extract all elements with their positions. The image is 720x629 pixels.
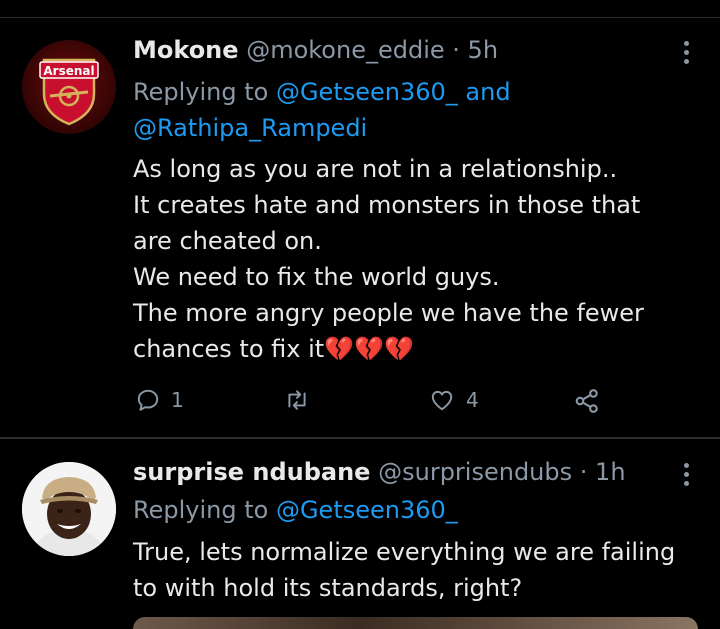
more-icon[interactable] [674,38,698,68]
tweet-text-line: to with hold its standards, right? [133,574,523,602]
timestamp[interactable]: 5h [468,36,498,64]
separator-dot: · [579,458,588,486]
tweet-mokone[interactable]: Arsenal Mokone @mokone_eddie · 5h Replyi… [0,18,720,438]
tweet-text-line: are cheated on. [133,227,322,255]
reply-button[interactable]: 1 [135,387,184,413]
and-text: and [465,78,511,106]
like-icon [431,390,453,411]
replying-prefix: Replying to [133,496,269,524]
like-button[interactable]: 4 [428,387,479,413]
replying-to: Replying to @Getseen360_ [133,492,458,528]
tweet-text-line: We need to fix the world guys. [133,263,500,291]
mention-link[interactable]: @Rathipa_Rampedi [133,114,367,142]
tweet-text-line: It creates hate and monsters in those th… [133,191,641,219]
reply-count: 1 [171,388,184,412]
arsenal-crest-icon: Arsenal [39,58,99,126]
mention-link[interactable]: @Getseen360_ [276,78,458,106]
mention-link[interactable]: @Getseen360_ [276,496,458,524]
tweet-surprise[interactable]: surprise ndubane @surprisendubs · 1h Rep… [0,440,720,629]
tweet-header: Mokone @mokone_eddie · 5h [133,36,498,64]
user-handle[interactable]: @mokone_eddie [246,36,444,64]
reply-icon [137,389,159,411]
share-icon [575,389,598,413]
replying-prefix: Replying to [133,78,269,106]
share-button[interactable] [573,387,601,415]
avatar-text: Arsenal [43,64,94,78]
display-name[interactable]: Mokone [133,36,239,64]
timestamp[interactable]: 1h [595,458,625,486]
like-count: 4 [466,388,479,412]
tweet-text: As long as you are not in a relationship… [133,151,644,367]
replying-to: Replying to @Getseen360_ and @Rathipa_Ra… [133,74,511,146]
media-preview[interactable] [133,617,698,629]
action-bar: 1 4 [133,387,613,421]
tweet-text-line: As long as you are not in a relationship… [133,155,618,183]
more-icon[interactable] [674,460,698,490]
tweet-divider [0,437,720,439]
tweet-header: surprise ndubane @surprisendubs · 1h [133,458,626,486]
avatar[interactable]: Arsenal [22,40,116,134]
tweet-text-line: chances to fix it [133,335,325,363]
avatar[interactable] [22,462,116,556]
broken-heart-emoji: 💔💔💔 [324,335,414,363]
tweet-text: True, lets normalize everything we are f… [133,534,675,606]
display-name[interactable]: surprise ndubane [133,458,370,486]
retweet-button[interactable] [283,387,311,413]
retweet-icon [288,390,306,410]
user-handle[interactable]: @surprisendubs [378,458,572,486]
tweet-text-line: The more angry people we have the fewer [133,299,644,327]
separator-dot: · [452,36,460,64]
tweet-text-last-line: chances to fix it💔💔💔 [133,331,644,367]
profile-photo-icon [22,462,116,556]
tweet-text-line: True, lets normalize everything we are f… [133,538,676,566]
